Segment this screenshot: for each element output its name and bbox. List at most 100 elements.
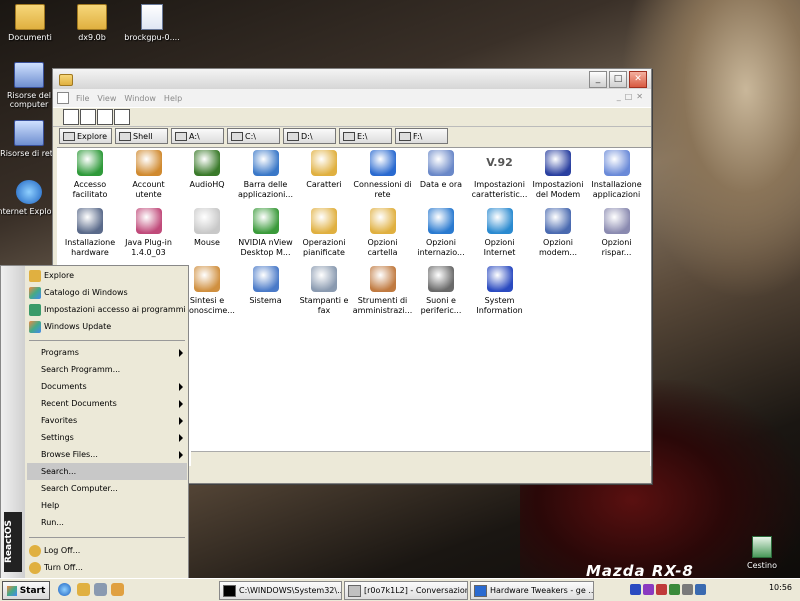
drive-icon: [119, 131, 131, 141]
drive-icon: [343, 131, 355, 141]
menu-window[interactable]: Window: [120, 94, 160, 103]
turn-off-icon: [29, 561, 41, 574]
control-panel-item[interactable]: Opzioni modem...: [528, 208, 588, 258]
drive-icon: [231, 131, 243, 141]
control-panel-item[interactable]: Installazione applicazioni: [587, 150, 647, 200]
start-item-search[interactable]: Search...: [27, 463, 187, 480]
control-panel-item[interactable]: Impostazioni del Modem: [528, 150, 588, 200]
start-item-programs[interactable]: Programs: [27, 344, 187, 361]
control-panel-item[interactable]: System Information: [470, 266, 530, 316]
start-item-help[interactable]: Help: [27, 497, 187, 514]
control-panel-item[interactable]: V.92 Impostazioni caratteristic...: [470, 150, 530, 200]
control-panel-item[interactable]: Opzioni cartella: [353, 208, 413, 258]
tile-icon[interactable]: [80, 109, 96, 125]
control-panel-item[interactable]: Opzioni rispar...: [587, 208, 647, 258]
volume-tray-icon[interactable]: [682, 584, 693, 595]
close-button[interactable]: ✕: [629, 71, 647, 88]
control-panel-item[interactable]: AudioHQ: [177, 150, 237, 190]
control-panel-item[interactable]: Mouse: [177, 208, 237, 248]
drive-explore-button[interactable]: Explore: [59, 128, 112, 144]
start-item-impostazioni[interactable]: Impostazioni accesso ai programmi: [27, 301, 187, 318]
menu-file[interactable]: File: [72, 94, 93, 103]
control-panel-item-label: System Information: [476, 296, 523, 315]
control-panel-item[interactable]: Accesso facilitato: [60, 150, 120, 200]
windows-update-icon: [29, 320, 41, 333]
start-item-favorites[interactable]: Favorites: [27, 412, 187, 429]
start-item-recent-documents[interactable]: Recent Documents: [27, 395, 187, 412]
drive-d-button[interactable]: D:\: [283, 128, 336, 144]
start-item-catalogo[interactable]: Catalogo di Windows: [27, 284, 187, 301]
menu-view[interactable]: View: [93, 94, 120, 103]
messenger-tray-icon[interactable]: [695, 584, 706, 595]
start-item-settings[interactable]: Settings: [27, 429, 187, 446]
control-panel-item[interactable]: Stampanti e fax: [294, 266, 354, 316]
tile-vertical-icon[interactable]: [114, 109, 130, 125]
control-panel-item[interactable]: Connessioni di rete: [353, 150, 413, 200]
drive-shell-button[interactable]: Shell: [115, 128, 168, 144]
start-item-explore[interactable]: Explore: [27, 267, 187, 284]
network-tray-icon[interactable]: [630, 584, 641, 595]
drive-a-button[interactable]: A:\: [171, 128, 224, 144]
control-panel-item[interactable]: Operazioni pianificate: [294, 208, 354, 258]
folder-icon: [59, 74, 73, 86]
control-panel-item[interactable]: Java Plug-in 1.4.0_03: [119, 208, 179, 258]
clock[interactable]: 10:56: [769, 583, 792, 592]
control-panel-item[interactable]: Suoni e periferic...: [411, 266, 471, 316]
control-panel-item[interactable]: Account utente: [119, 150, 179, 200]
control-panel-item[interactable]: Installazione hardware: [60, 208, 120, 258]
control-panel-item[interactable]: Caratteri: [294, 150, 354, 190]
minimize-button[interactable]: _: [589, 71, 607, 88]
start-item-search-computer[interactable]: Search Computer...: [27, 480, 187, 497]
control-panel-item-label: Strumenti di amministrazi...: [352, 296, 413, 315]
task-command-prompt[interactable]: C:\WINDOWS\System32\...: [219, 581, 342, 600]
menu-bar: File View Window Help _□✕: [53, 89, 651, 107]
control-panel-item[interactable]: Opzioni internazio...: [411, 208, 471, 258]
window-menu-icon[interactable]: [57, 92, 69, 104]
mdi-controls[interactable]: _□✕: [617, 92, 647, 101]
task-conversation[interactable]: [r0o7k1L2] - Conversazione: [344, 581, 468, 600]
nvidia-tray-icon[interactable]: [669, 584, 680, 595]
control-panel-item-icon: [77, 150, 103, 176]
start-item-log-off[interactable]: Log Off...: [27, 542, 187, 559]
control-panel-item[interactable]: Barra delle applicazioni...: [236, 150, 296, 200]
control-panel-item[interactable]: Strumenti di amministrazi...: [353, 266, 413, 316]
tile-horizontal-icon[interactable]: [97, 109, 113, 125]
menu-help[interactable]: Help: [160, 94, 186, 103]
control-panel-item[interactable]: NVIDIA nView Desktop M...: [236, 208, 296, 258]
start-item-run[interactable]: Run...: [27, 514, 187, 531]
start-item-turn-off[interactable]: Turn Off...: [27, 559, 187, 576]
task-hardware-tweakers[interactable]: Hardware Tweakers - ge ...: [470, 581, 594, 600]
control-panel-item-icon: [369, 266, 396, 292]
search-icon[interactable]: [94, 583, 107, 596]
start-button[interactable]: Start: [2, 581, 50, 600]
app-tray-icon[interactable]: [643, 584, 654, 595]
drive-c-button[interactable]: C:\: [227, 128, 280, 144]
control-panel-item[interactable]: Opzioni Internet: [470, 208, 530, 258]
control-panel-item[interactable]: Data e ora: [411, 150, 471, 190]
control-panel-item[interactable]: Sistema: [236, 266, 296, 306]
start-menu-sidebar: ReactOS: [1, 266, 25, 578]
cascade-icon[interactable]: [63, 109, 79, 125]
folder-icon[interactable]: [77, 583, 90, 596]
drive-f-button[interactable]: F:\: [395, 128, 448, 144]
tools-icon[interactable]: [111, 583, 124, 596]
start-item-documents[interactable]: Documents: [27, 378, 187, 395]
start-item-browse-files[interactable]: Browse Files...: [27, 446, 187, 463]
drive-e-button[interactable]: E:\: [339, 128, 392, 144]
control-panel-item-icon: [603, 208, 630, 234]
start-item-search-programs[interactable]: Search Programm...: [27, 361, 187, 378]
control-panel-item-label: Opzioni modem...: [538, 238, 578, 257]
control-panel-item-icon: [194, 150, 220, 176]
antivirus-tray-icon[interactable]: [656, 584, 667, 595]
drive-label: Explore: [77, 131, 108, 141]
internet-explorer-icon[interactable]: [58, 583, 71, 596]
horizontal-scrollbar[interactable]: [191, 451, 650, 466]
start-item-label: Windows Update: [44, 322, 112, 331]
desktop-icon-recycle-bin[interactable]: Cestino: [726, 536, 798, 570]
control-panel-item-label: Operazioni pianificate: [302, 238, 346, 257]
start-item-windows-update[interactable]: Windows Update: [27, 318, 187, 335]
start-item-label: Settings: [41, 433, 74, 442]
maximize-button[interactable]: □: [609, 71, 627, 88]
desktop-icon-brockgpu[interactable]: brockgpu-0....: [116, 4, 188, 42]
window-titlebar[interactable]: _ □ ✕: [53, 69, 651, 89]
